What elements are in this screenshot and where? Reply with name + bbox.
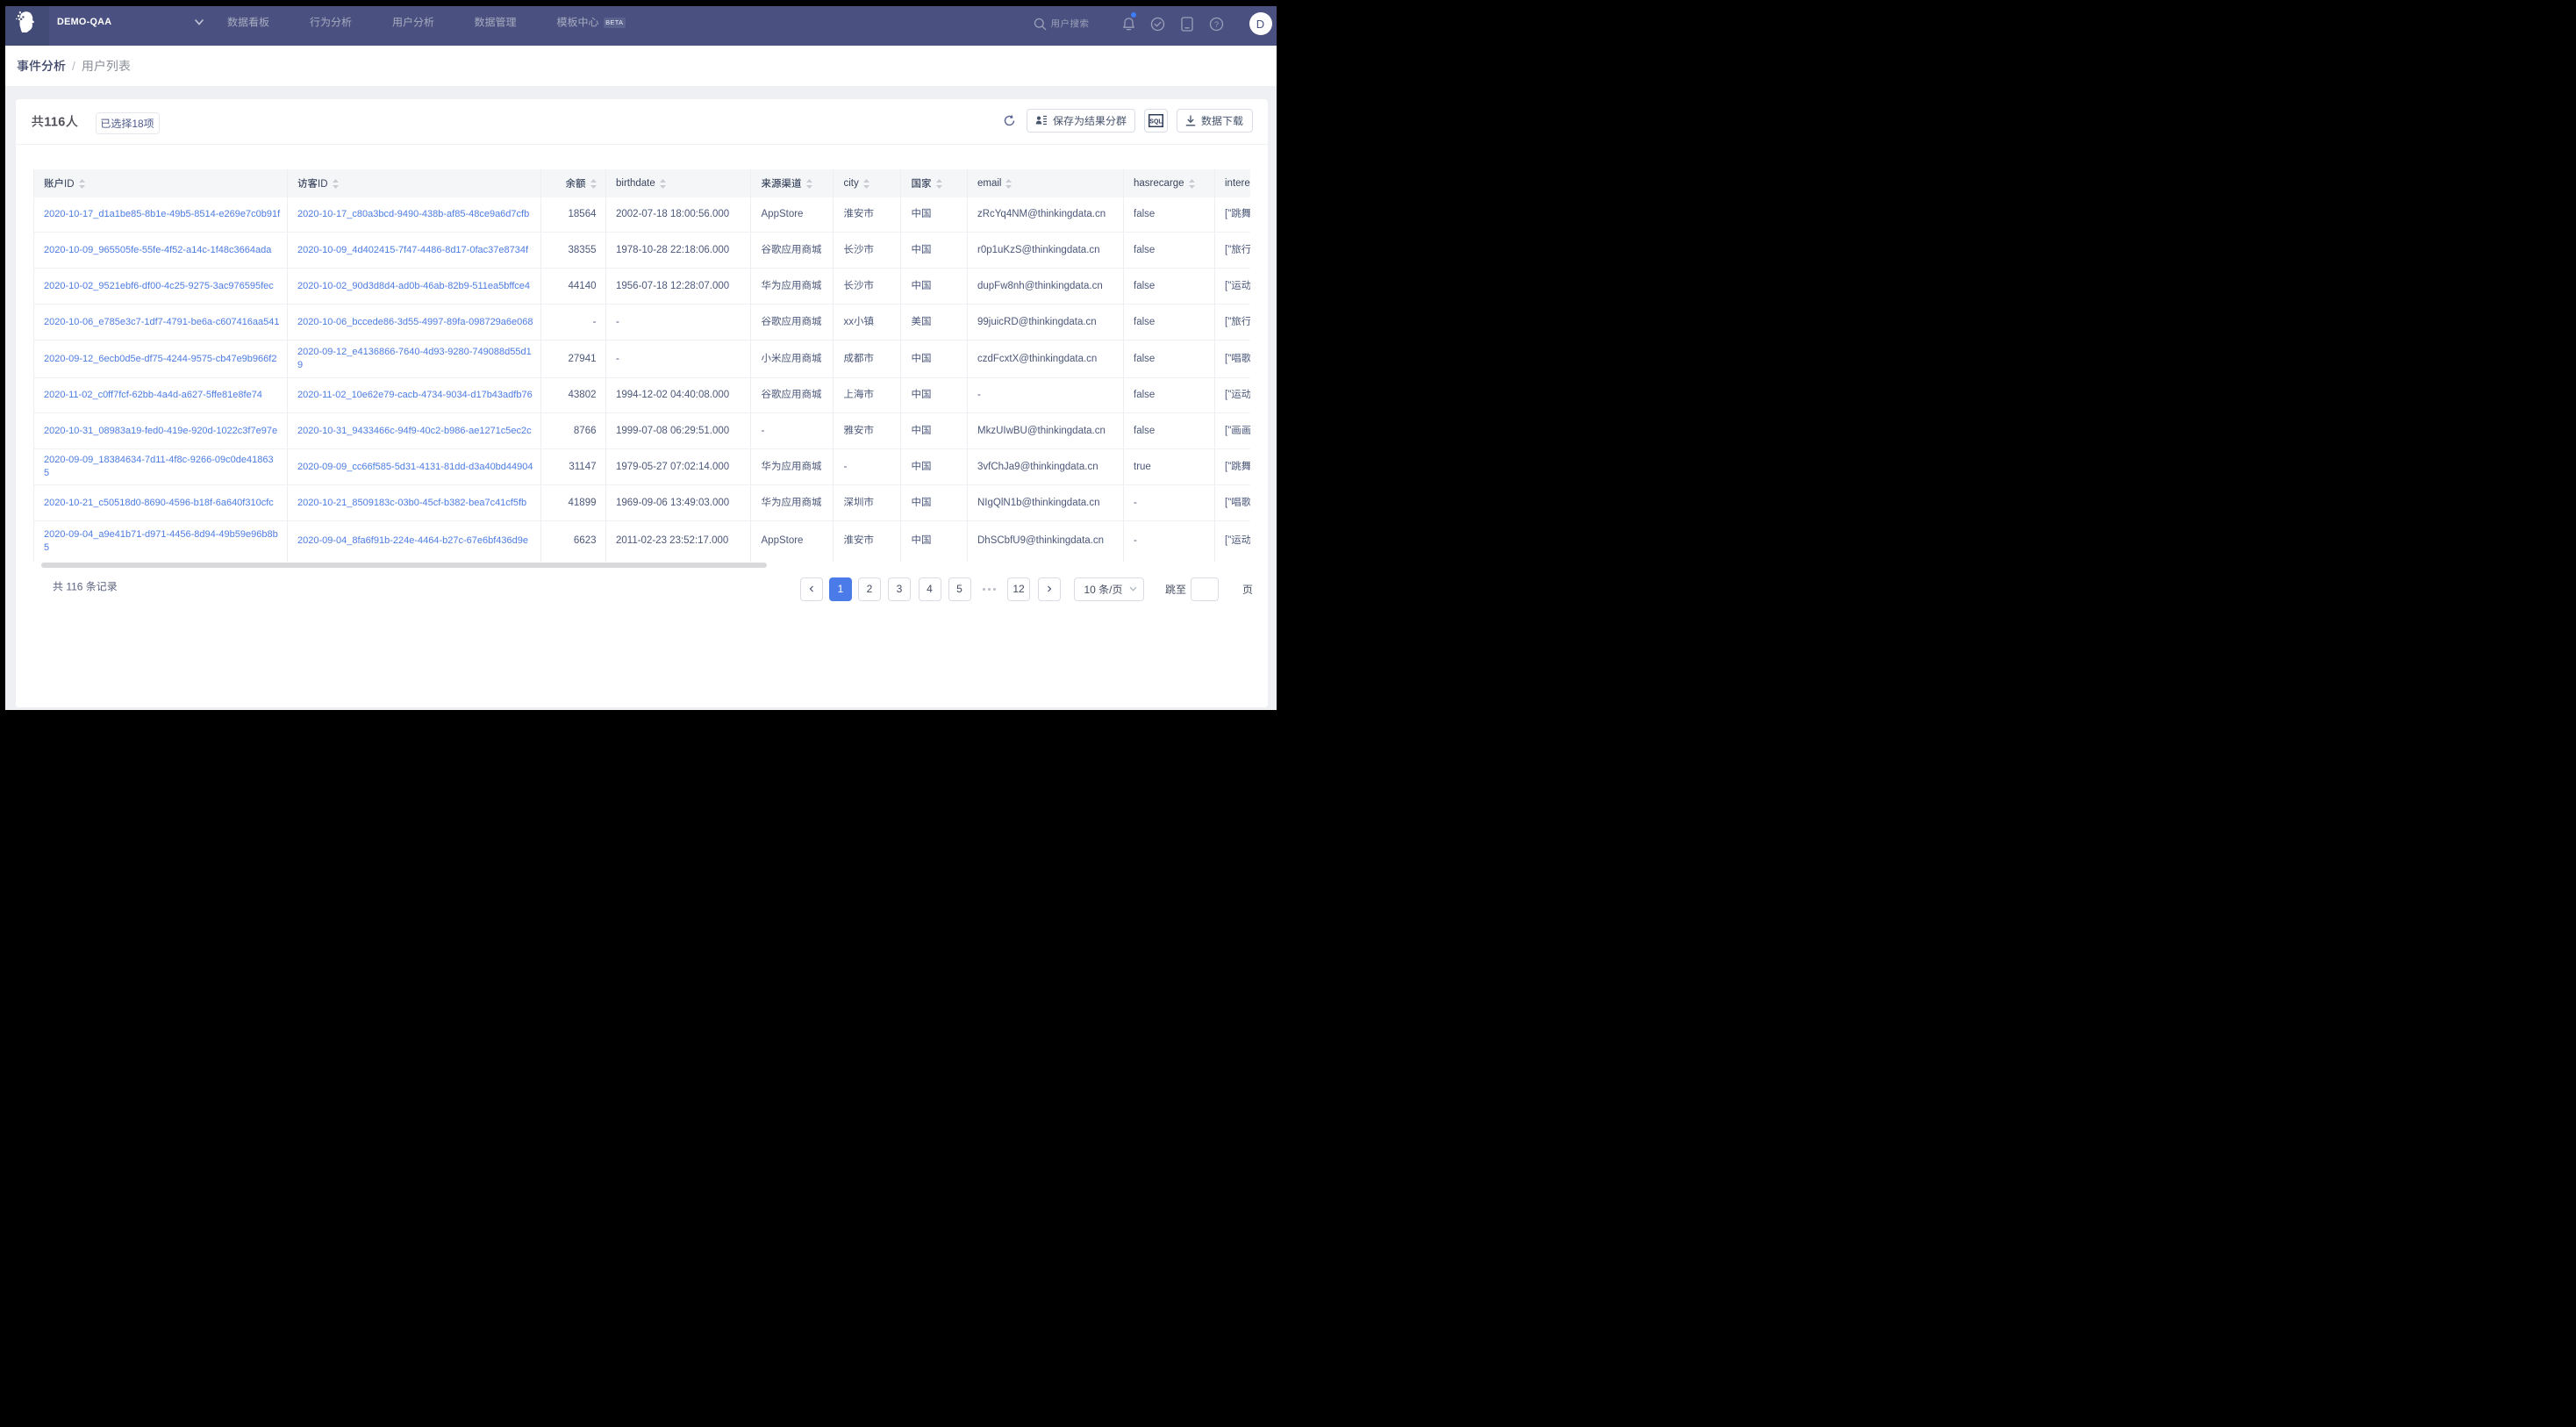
svg-text:?: ? xyxy=(1214,20,1219,30)
svg-text:SQL: SQL xyxy=(1149,119,1163,125)
